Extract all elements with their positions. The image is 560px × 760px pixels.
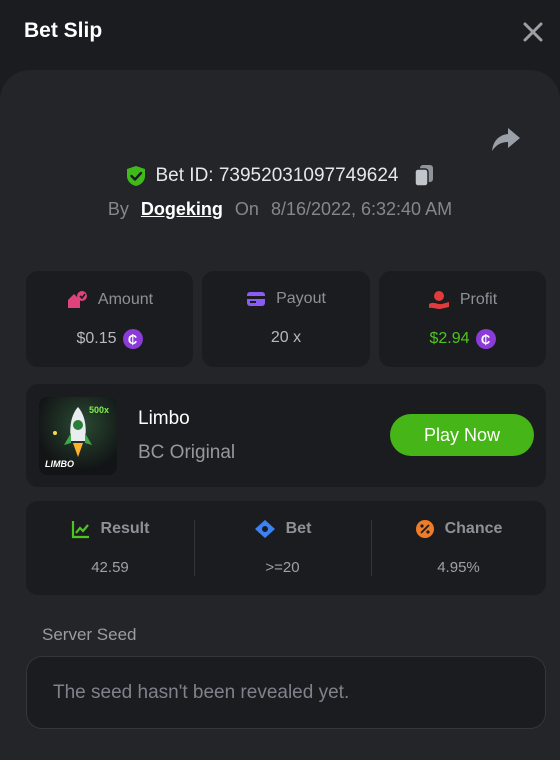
close-icon[interactable]: [520, 19, 546, 45]
profit-label: Profit: [459, 291, 498, 308]
result-column: Result 42.59: [26, 501, 194, 595]
header-bar: Bet Slip: [0, 0, 560, 66]
bet-label: Bet: [285, 520, 312, 537]
share-arrow-icon[interactable]: [490, 124, 522, 154]
bet-id-row: Bet ID: 73952031097749624: [0, 164, 560, 192]
username-link[interactable]: Dogeking: [141, 199, 223, 220]
coin-icon: ₵: [475, 329, 496, 349]
percent-icon: [415, 520, 434, 538]
server-seed-text: The seed hasn't been revealed yet.: [53, 681, 350, 703]
bet-ticket-icon: [254, 520, 275, 538]
profit-value: $2.94: [429, 330, 470, 347]
chance-column: Chance 4.95%: [371, 501, 546, 595]
bet-datetime: 8/16/2022, 6:32:40 AM: [270, 199, 453, 219]
shield-check-icon: [126, 166, 145, 186]
payout-card: Payout 20 x: [202, 271, 370, 367]
page-title: Bet Slip: [24, 19, 103, 42]
game-name: Limbo: [138, 408, 190, 429]
on-label: On: [234, 199, 259, 219]
result-label: Result: [100, 520, 150, 537]
result-card: Result 42.59 Bet >=20 Chance 4.95%: [26, 501, 546, 595]
thumb-multiplier: 500x: [88, 405, 109, 415]
payout-label: Payout: [276, 290, 326, 307]
copy-icon[interactable]: [413, 164, 435, 188]
payout-icon: [247, 292, 266, 306]
result-value: 42.59: [91, 559, 129, 576]
chance-label: Chance: [444, 520, 503, 537]
bet-id: Bet ID: 73952031097749624: [155, 165, 399, 186]
profit-card: Profit $2.94 ₵: [379, 271, 546, 367]
chance-value: 4.95%: [437, 559, 480, 576]
amount-label: Amount: [97, 291, 154, 308]
payout-value: 20 x: [270, 329, 302, 346]
bet-value: >=20: [265, 559, 300, 576]
game-thumbnail[interactable]: 500x LIMBO: [39, 397, 117, 475]
play-now-button[interactable]: Play Now: [390, 414, 534, 456]
profit-icon: [428, 291, 449, 309]
bet-meta-row: By Dogeking On 8/16/2022, 6:32:40 AM: [0, 199, 560, 227]
result-chart-icon: [71, 521, 89, 539]
by-label: By: [107, 199, 129, 219]
thumb-label: LIMBO: [45, 459, 74, 469]
game-subtitle: BC Original: [138, 442, 236, 463]
coin-icon: ₵: [122, 329, 143, 349]
server-seed-label: Server Seed: [42, 625, 137, 644]
game-card: 500x LIMBO Limbo BC Original Play Now: [26, 384, 546, 487]
amount-card: Amount $0.15 ₵: [26, 271, 193, 367]
server-seed-field[interactable]: The seed hasn't been revealed yet.: [26, 656, 546, 729]
bet-column: Bet >=20: [194, 501, 371, 595]
amount-value: $0.15: [76, 330, 117, 347]
amount-icon: [67, 291, 87, 308]
